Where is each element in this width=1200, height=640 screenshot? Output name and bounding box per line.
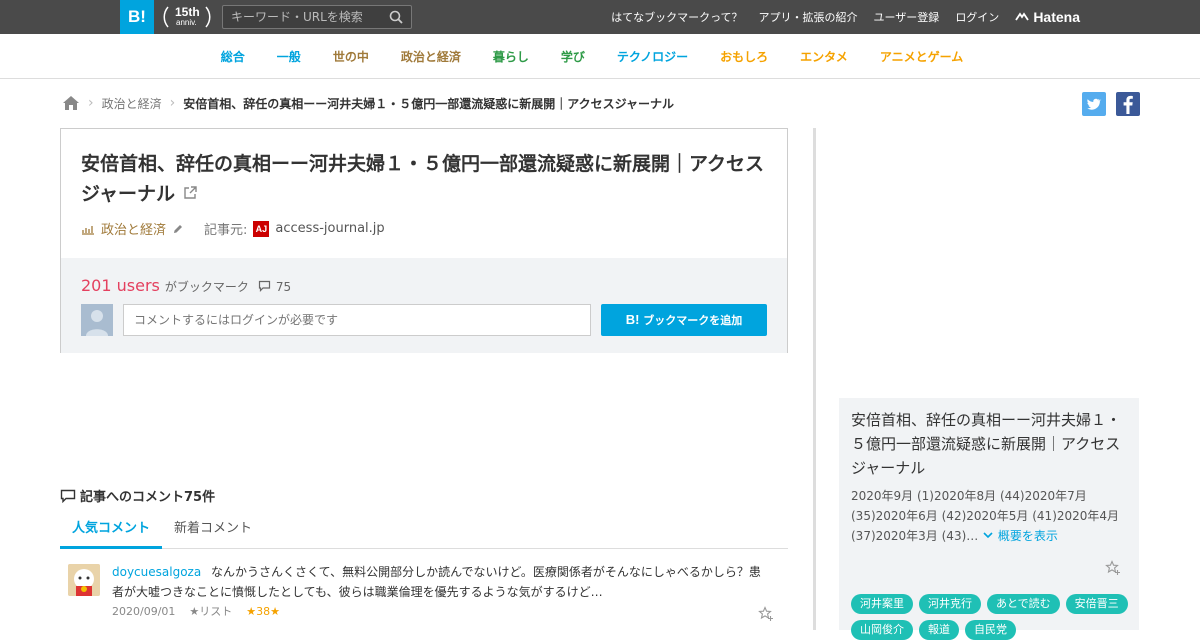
register-link[interactable]: ユーザー登録 — [874, 9, 940, 25]
comment-input[interactable] — [123, 304, 591, 336]
tag-item[interactable]: あとで読む — [987, 594, 1060, 614]
tab-popular-comments[interactable]: 人気コメント — [60, 512, 163, 549]
comments-header-text: 記事へのコメント75件 — [80, 490, 216, 505]
twitter-share-button[interactable] — [1082, 92, 1106, 116]
show-summary-link[interactable]: 概要を表示 — [982, 529, 1058, 543]
hatena-brand-text: Hatena — [1033, 9, 1080, 25]
entry-title[interactable]: 安倍首相、辞任の真相ーー河井夫婦１・５億円一部還流疑惑に新展開｜アクセスジャーナ… — [81, 149, 771, 209]
bookmark-b-icon: B! — [625, 312, 640, 327]
add-star-icon[interactable] — [1105, 560, 1121, 576]
add-bookmark-label: ブックマークを追加 — [643, 314, 743, 327]
bookmark-stats: 201 users がブックマーク 75 — [81, 276, 291, 295]
search-box — [222, 5, 412, 29]
entry-summary-sidebar: 安倍首相、辞任の真相ーー河井夫婦１・５億円一部還流疑惑に新展開｜アクセスジャーナ… — [839, 398, 1139, 640]
category-nav: 総合 一般 世の中 政治と経済 暮らし 学び テクノロジー おもしろ エンタメ … — [0, 34, 1200, 79]
comment-count: 75 — [275, 280, 292, 294]
external-link-icon[interactable] — [182, 185, 198, 201]
anniversary-text: anniv. — [176, 18, 197, 27]
apps-link[interactable]: アプリ・拡張の紹介 — [759, 9, 858, 25]
category-sogo[interactable]: 総合 — [221, 48, 261, 65]
comment-body: doycuesalgoza なんかうさんくさくて、無料公開部分しか読んでないけど… — [112, 562, 772, 602]
about-link[interactable]: はてなブックマークって？ — [611, 9, 742, 25]
bookmark-panel: 201 users がブックマーク 75 B! ブックマークを追加 — [61, 258, 787, 353]
twitter-icon — [1087, 98, 1102, 110]
tag-item[interactable]: 山岡俊介 — [851, 620, 913, 640]
header-links: はてなブックマークって？ アプリ・拡張の紹介 ユーザー登録 ログイン Haten… — [611, 0, 1080, 34]
star-list-button[interactable]: ★リスト — [189, 603, 232, 619]
users-count[interactable]: 201 users — [81, 276, 160, 295]
category-general[interactable]: 一般 — [261, 48, 317, 65]
category-social[interactable]: 世の中 — [317, 48, 385, 65]
maneki-neko-avatar-icon — [68, 564, 100, 596]
category-entertainment[interactable]: エンタメ — [784, 48, 864, 65]
chevron-right-icon: › — [169, 95, 176, 111]
category-game[interactable]: アニメとゲーム — [864, 48, 979, 65]
anniversary-badge[interactable]: 15th anniv. — [160, 3, 214, 31]
chevron-right-icon: › — [88, 95, 94, 111]
tag-list: 河井案里 河井克行 あとで読む 安倍晋三 山岡俊介 報道 自民党 — [851, 594, 1131, 640]
comments-header: 記事へのコメント75件 — [60, 486, 215, 505]
category-economics[interactable]: 政治と経済 — [385, 48, 477, 65]
entry-category-link[interactable]: 政治と経済 — [101, 219, 166, 238]
home-icon[interactable] — [62, 95, 80, 111]
tag-item[interactable]: 河井克行 — [919, 594, 981, 614]
search-icon[interactable] — [389, 10, 403, 24]
comment-date[interactable]: 2020/09/01 — [112, 605, 175, 618]
category-knowledge[interactable]: 学び — [545, 48, 601, 65]
facebook-share-button[interactable] — [1116, 92, 1140, 116]
tag-item[interactable]: 報道 — [919, 620, 959, 640]
tag-item[interactable]: 自民党 — [965, 620, 1016, 640]
show-summary-label: 概要を表示 — [997, 529, 1058, 543]
comment-icon — [60, 489, 76, 503]
comment-item: doycuesalgoza なんかうさんくさくて、無料公開部分しか読んでないけど… — [60, 556, 788, 630]
commenter-name[interactable]: doycuesalgoza — [112, 565, 201, 579]
add-bookmark-button[interactable]: B! ブックマークを追加 — [601, 304, 767, 336]
hatena-brand[interactable]: Hatena — [1015, 9, 1080, 25]
users-label: がブックマーク — [164, 280, 249, 294]
user-avatar-placeholder — [81, 304, 113, 336]
add-star-icon[interactable] — [758, 606, 774, 622]
chevron-down-icon — [983, 532, 993, 539]
tab-new-comments[interactable]: 新着コメント — [162, 512, 264, 549]
sidebar-title[interactable]: 安倍首相、辞任の真相ーー河井夫婦１・５億円一部還流疑惑に新展開｜アクセスジャーナ… — [851, 408, 1131, 480]
tag-item[interactable]: 安倍晋三 — [1065, 594, 1128, 614]
comment-text: なんかうさんくさくて、無料公開部分しか読んでないけど。医療関係者がそんなにしゃべ… — [112, 565, 761, 599]
source-label: 記事元: — [204, 223, 248, 238]
category-life[interactable]: 暮らし — [477, 48, 545, 65]
comment-icon — [258, 280, 270, 292]
category-it[interactable]: テクノロジー — [601, 48, 704, 65]
breadcrumb-current: 安倍首相、辞任の真相ーー河井夫婦１・５億円一部還流疑惑に新展開｜アクセスジャーナ… — [183, 96, 675, 111]
user-icon — [86, 310, 108, 336]
breadcrumb: › 政治と経済 › 安倍首相、辞任の真相ーー河井夫婦１・５億円一部還流疑惑に新展… — [62, 94, 674, 112]
comment-meta: 2020/09/01 ★リスト ★38★ — [112, 603, 280, 619]
sidebar-archive: 2020年9月 (1)2020年8月 (44)2020年7月 (35)2020年… — [851, 486, 1121, 546]
source-domain-link[interactable]: access-journal.jp — [275, 221, 384, 236]
anniversary-number: 15th — [175, 5, 200, 19]
entry-box: 安倍首相、辞任の真相ーー河井夫婦１・５億円一部還流疑惑に新展開｜アクセスジャーナ… — [60, 128, 788, 353]
site-favicon: AJ — [253, 220, 270, 237]
pencil-icon[interactable] — [172, 223, 184, 235]
login-link[interactable]: ログイン — [955, 9, 999, 25]
breadcrumb-category[interactable]: 政治と経済 — [102, 95, 162, 112]
tag-item[interactable]: 河井案里 — [851, 594, 913, 614]
comment-tabs: 人気コメント 新着コメント — [60, 512, 788, 549]
entry-meta: 政治と経済 記事元: AJ access-journal.jp — [81, 219, 385, 238]
search-input[interactable] — [223, 6, 383, 28]
column-divider — [813, 128, 816, 630]
hatena-mark-icon — [1015, 12, 1030, 21]
star-count[interactable]: ★38★ — [246, 605, 280, 618]
hatena-bookmark-logo[interactable]: B! — [120, 0, 154, 34]
chart-icon — [82, 225, 94, 235]
category-fun[interactable]: おもしろ — [704, 48, 784, 65]
facebook-icon — [1123, 95, 1133, 114]
commenter-avatar[interactable] — [68, 564, 100, 596]
global-header: B! 15th anniv. はてなブックマークって？ アプリ・拡張の紹介 ユー… — [0, 0, 1200, 34]
